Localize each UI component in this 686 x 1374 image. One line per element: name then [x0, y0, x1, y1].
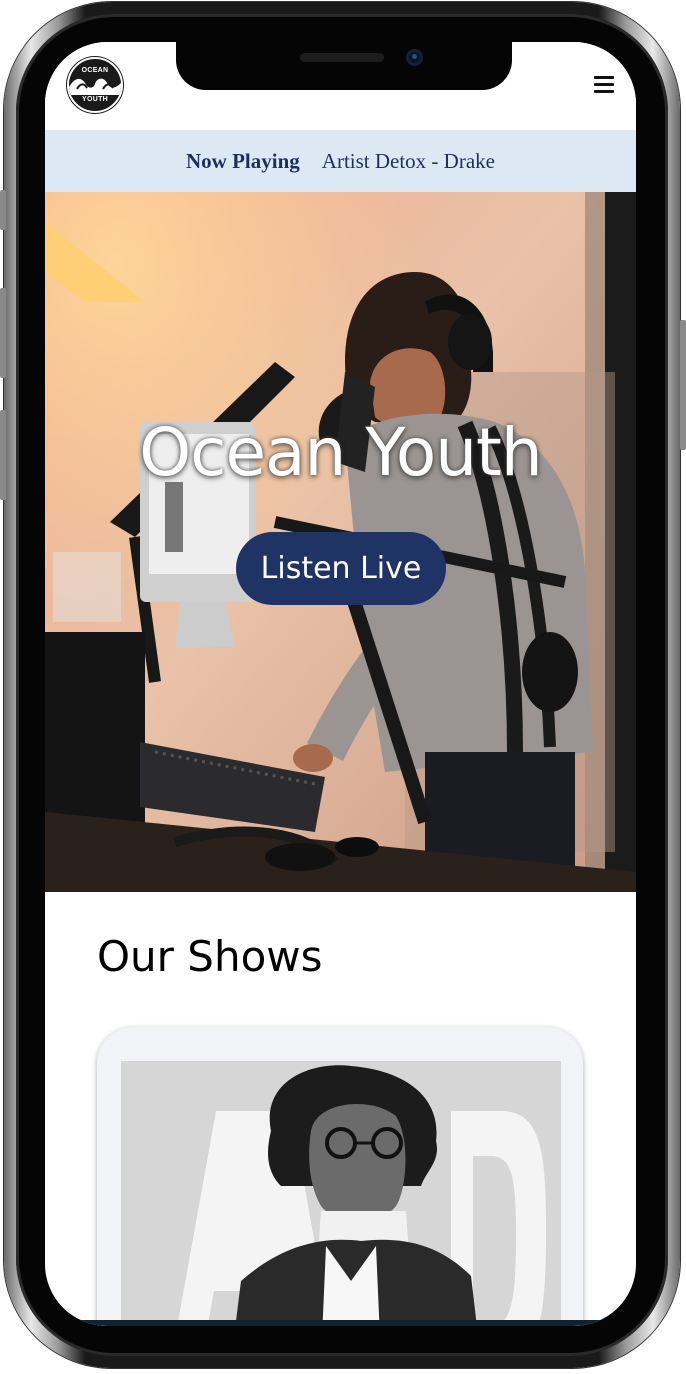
hero-section: Ocean Youth Listen Live [45, 192, 636, 892]
show-card-image [121, 1061, 561, 1326]
wave-icon [69, 73, 121, 95]
speaker-grille [300, 53, 384, 62]
side-button [0, 410, 6, 500]
ocean-youth-logo[interactable]: OCEAN YOUTH [67, 57, 123, 113]
hero-title: Ocean Youth [139, 414, 543, 491]
listen-live-button[interactable]: Listen Live [236, 532, 446, 605]
front-camera-icon [406, 49, 423, 66]
our-shows-heading: Our Shows [97, 932, 323, 981]
phone-screen: OCEAN YOUTH Now Playing Artist Detox - D… [45, 42, 636, 1326]
phone-notch [176, 42, 512, 90]
logo-text-bottom: YOUTH [82, 96, 108, 103]
show-card[interactable] [97, 1027, 583, 1326]
now-playing-label: Now Playing [186, 148, 300, 173]
hamburger-icon[interactable] [594, 76, 614, 94]
now-playing-bar: Now Playing Artist Detox - Drake [45, 130, 636, 192]
side-button [0, 190, 6, 230]
side-button [0, 288, 6, 378]
now-playing-track: Artist Detox - Drake [321, 148, 495, 173]
side-button [680, 320, 686, 450]
bottom-bar [45, 1320, 636, 1326]
